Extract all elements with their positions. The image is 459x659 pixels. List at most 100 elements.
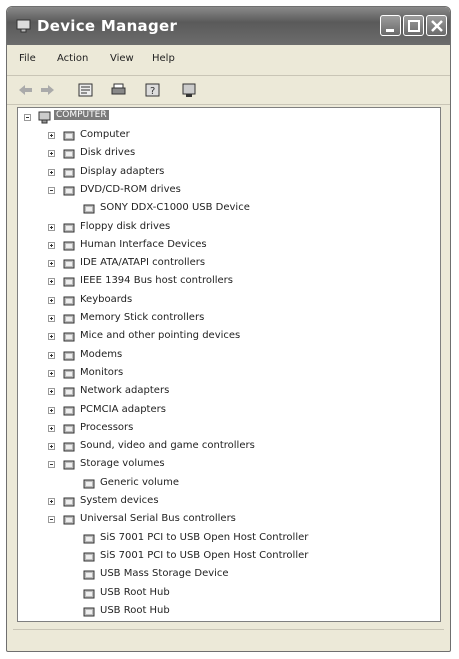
device-manager-icon: [16, 19, 31, 33]
computer-icon: [38, 111, 51, 124]
expand-toggle[interactable]: [48, 351, 55, 359]
menu-help[interactable]: Help: [152, 53, 175, 64]
expand-toggle[interactable]: [48, 406, 55, 414]
minimize-button[interactable]: [380, 15, 401, 36]
tree-item-label: SiS 7001 PCI to USB Open Host Controller: [100, 549, 309, 561]
tree-item-label: USB Root Hub: [100, 604, 170, 616]
disk-drive-icon: [63, 149, 75, 159]
menu-view[interactable]: View: [110, 53, 134, 64]
tree-item-label: USB Mass Storage Device: [100, 568, 229, 580]
expand-toggle[interactable]: [48, 223, 55, 231]
tree-item-label: Storage volumes: [80, 458, 165, 470]
hid-icon: [63, 241, 75, 251]
tree-item-label: IEEE 1394 Bus host controllers: [80, 275, 233, 287]
close-icon: [431, 20, 443, 32]
device-tree: COMPUTER Computer Disk drives Display adap…: [17, 107, 441, 622]
expand-toggle[interactable]: [48, 296, 55, 304]
tree-item-label: IDE ATA/ATAPI controllers: [80, 257, 206, 269]
tree-root-label: COMPUTER: [54, 110, 109, 120]
print-icon[interactable]: [110, 82, 127, 98]
help-icon[interactable]: ?: [144, 82, 161, 98]
expand-toggle[interactable]: [48, 150, 55, 158]
storage-volume-icon: [83, 479, 95, 489]
tree-item-label: Mice and other pointing devices: [80, 330, 241, 342]
tree-item-label: Sound, video and game controllers: [80, 440, 255, 452]
tree-item-label: SiS 7001 PCI to USB Open Host Controller: [100, 531, 309, 543]
forward-arrow-icon[interactable]: [39, 82, 56, 98]
tree-item-label: Processors: [80, 421, 134, 433]
maximize-button[interactable]: [403, 15, 424, 36]
tree-item-label: Network adapters: [80, 385, 170, 397]
expand-toggle[interactable]: [48, 369, 55, 377]
usb-icon: [83, 607, 95, 617]
expand-toggle[interactable]: [48, 498, 55, 505]
expand-toggle[interactable]: [48, 132, 55, 139]
computer-icon: [63, 131, 75, 141]
collapse-toggle[interactable]: [48, 516, 55, 524]
scan-hardware-icon[interactable]: [181, 82, 198, 98]
expand-toggle[interactable]: [48, 278, 55, 286]
expand-toggle[interactable]: [48, 443, 55, 451]
monitor-icon: [63, 369, 75, 379]
tree-item-label: Modems: [80, 348, 123, 360]
device-manager-window: Device Manager File Action View Help ? C…: [6, 6, 451, 652]
tree-item-label: DVD/CD-ROM drives: [80, 183, 181, 195]
title-bar[interactable]: Device Manager: [7, 7, 450, 45]
expand-toggle[interactable]: [48, 333, 55, 341]
tree-item-label: Display adapters: [80, 165, 165, 177]
expand-toggle[interactable]: [48, 168, 55, 176]
window-title: Device Manager: [37, 17, 178, 35]
tree-item-label: System devices: [80, 495, 159, 506]
expand-toggle[interactable]: [48, 315, 55, 322]
ieee1394-icon: [63, 277, 75, 287]
collapse-toggle[interactable]: [48, 461, 55, 469]
collapse-toggle[interactable]: [24, 114, 31, 121]
cdrom-icon: [83, 204, 95, 214]
keyboard-icon: [63, 296, 75, 306]
close-button[interactable]: [426, 15, 447, 36]
floppy-icon: [63, 223, 75, 232]
ide-controller-icon: [63, 259, 75, 269]
network-adapter-icon: [63, 387, 75, 397]
expand-toggle[interactable]: [48, 260, 55, 268]
properties-icon[interactable]: [77, 82, 94, 98]
memory-stick-icon: [63, 314, 75, 324]
usb-icon: [83, 589, 95, 598]
expand-toggle[interactable]: [48, 241, 55, 249]
storage-volume-icon: [63, 460, 75, 470]
usb-icon: [83, 534, 95, 544]
back-arrow-icon[interactable]: [17, 82, 34, 98]
collapse-toggle[interactable]: [48, 186, 55, 194]
tree-item-label: Floppy disk drives: [80, 220, 171, 232]
tree-item-label: Keyboards: [80, 293, 133, 305]
expand-toggle[interactable]: [48, 424, 55, 432]
svg-text:?: ?: [150, 86, 155, 97]
pcmcia-icon: [63, 406, 75, 415]
cdrom-icon: [63, 186, 75, 196]
expand-toggle[interactable]: [48, 388, 55, 396]
tree-item-label: Computer: [80, 129, 130, 140]
tree-item-label: Memory Stick controllers: [80, 312, 205, 323]
tree-item-label: Human Interface Devices: [80, 238, 207, 250]
maximize-icon: [408, 20, 420, 32]
tree-item-label: USB Root Hub: [100, 586, 170, 598]
display-adapter-icon: [63, 168, 75, 178]
modem-icon: [63, 351, 75, 361]
mouse-icon: [63, 332, 75, 342]
minimize-icon: [386, 29, 394, 32]
tree-item-label: PCMCIA adapters: [80, 403, 166, 415]
tree-item-label: Universal Serial Bus controllers: [80, 513, 236, 525]
system-device-icon: [63, 497, 75, 507]
processor-icon: [63, 424, 75, 434]
tree-item-label: Monitors: [80, 366, 124, 378]
usb-icon: [83, 570, 95, 580]
usb-icon: [63, 515, 75, 525]
tree-item-label: SONY DDX-C1000 USB Device: [100, 202, 250, 214]
usb-icon: [83, 552, 95, 562]
toolbar: ?: [7, 76, 450, 105]
menu-bar: File Action View Help: [7, 45, 450, 76]
sound-icon: [63, 442, 75, 452]
tree-item-label: Generic volume: [100, 476, 180, 488]
menu-action[interactable]: Action: [57, 53, 88, 64]
menu-file[interactable]: File: [19, 53, 36, 64]
